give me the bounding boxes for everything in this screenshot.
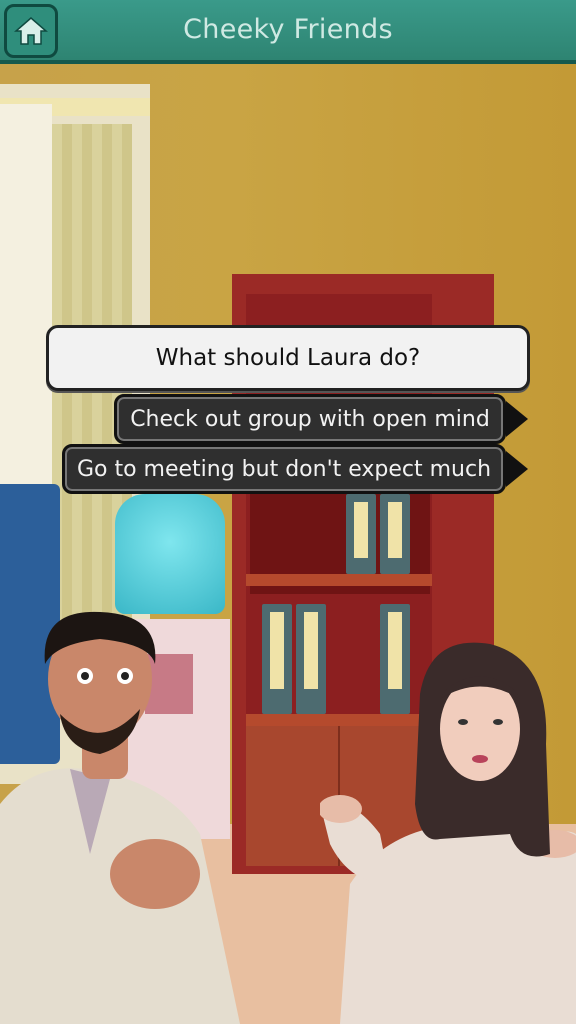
choice-label: Check out group with open mind (130, 406, 490, 432)
game-scene (0, 64, 576, 1024)
bookshelf-board (246, 574, 432, 586)
choice-open-mind-button[interactable]: Check out group with open mind (114, 394, 506, 444)
binder (380, 494, 410, 574)
choice-low-expectations-button[interactable]: Go to meeting but don't expect much (62, 444, 506, 494)
top-bar: Cheeky Friends (0, 0, 576, 64)
binder (346, 494, 376, 574)
binder (262, 604, 292, 714)
dialogue-prompt: What should Laura do? (46, 325, 530, 391)
male-character (0, 611, 240, 1024)
choice-arrow-icon (506, 451, 528, 487)
choice-label: Go to meeting but don't expect much (76, 456, 492, 482)
app-title: Cheeky Friends (183, 14, 393, 45)
water-cooler-bottle (115, 494, 225, 614)
female-character (320, 642, 576, 1024)
choice-arrow-icon (506, 401, 528, 437)
